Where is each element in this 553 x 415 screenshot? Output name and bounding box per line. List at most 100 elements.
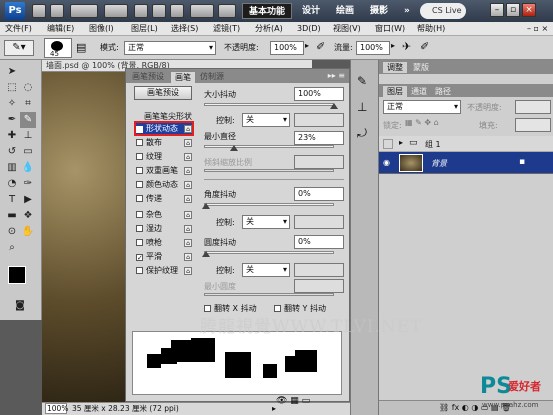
roundness-jitter-slider[interactable] xyxy=(204,251,334,254)
foreground-color-swatch[interactable] xyxy=(8,266,26,284)
panel-menu-icon[interactable]: ▸▸ ≡ xyxy=(328,71,345,80)
brush-tip-shape-item[interactable]: 画笔笔尖形状 xyxy=(144,111,192,122)
menu-view[interactable]: 视图(V) xyxy=(330,22,364,36)
type-tool-icon[interactable]: T xyxy=(4,192,20,208)
slider-thumb[interactable] xyxy=(202,251,210,257)
zoom-level-button[interactable] xyxy=(104,4,128,18)
healing-brush-tool-icon[interactable]: ✚ xyxy=(4,128,20,144)
size-jitter-slider[interactable] xyxy=(204,103,334,106)
checkbox-icon[interactable] xyxy=(136,195,143,202)
brush-panel-toggle-icon[interactable]: ▤ xyxy=(76,41,88,55)
min-diameter-input[interactable]: 23% xyxy=(294,131,344,145)
menu-analysis[interactable]: 分析(A) xyxy=(252,22,286,36)
checkbox-icon[interactable] xyxy=(204,305,211,312)
hand-tool-icon[interactable]: ✋ xyxy=(20,224,36,240)
expand-arrow-icon[interactable]: ▸ xyxy=(399,138,403,147)
menu-layer[interactable]: 图层(L) xyxy=(128,22,161,36)
visibility-toggle[interactable] xyxy=(383,139,393,149)
restore-icon[interactable]: ▫ xyxy=(506,3,520,17)
lock-options-icon[interactable]: ▦ ✎ ✥ ⌂ xyxy=(405,118,439,127)
size-jitter-input[interactable]: 100% xyxy=(294,87,344,101)
checkbox-icon[interactable] xyxy=(136,167,143,174)
lock-icon[interactable]: ⌂ xyxy=(184,211,192,219)
hand-tool-icon[interactable] xyxy=(134,4,148,18)
3d-rotate-tool-icon[interactable]: ❖ xyxy=(20,208,36,224)
checkbox-icon[interactable] xyxy=(136,139,143,146)
zoom-tool-icon[interactable]: ⌕ xyxy=(4,240,20,256)
menu-edit[interactable]: 编辑(E) xyxy=(44,22,77,36)
marquee-tool-icon[interactable]: ⬚ xyxy=(4,80,20,96)
tab-brush-presets[interactable]: 画笔预设 xyxy=(128,71,168,83)
brush-panel-icon[interactable]: ✎ xyxy=(357,74,367,88)
lock-icon[interactable]: ⌂ xyxy=(184,181,192,189)
checkbox-icon[interactable]: ✓ xyxy=(136,254,143,262)
checkbox-icon[interactable] xyxy=(136,153,143,160)
mode-select[interactable]: 正常 xyxy=(124,41,216,55)
dodge-tool-icon[interactable]: ◔ xyxy=(4,176,20,192)
lock-icon[interactable]: ⌂ xyxy=(184,195,192,203)
roundness-jitter-input[interactable]: 0% xyxy=(294,235,344,249)
checkbox-icon[interactable]: ✓ xyxy=(136,126,143,134)
canvas-wall-image[interactable] xyxy=(42,72,125,402)
layer-row-background[interactable]: ◉ 背景 ▪ xyxy=(379,152,553,174)
menu-help[interactable]: 帮助(H) xyxy=(414,22,448,36)
more-workspaces-button[interactable]: » xyxy=(398,3,416,19)
minibridge-icon[interactable] xyxy=(50,4,64,18)
lock-icon[interactable]: ⌂ xyxy=(184,125,192,133)
lock-icon[interactable]: ⌂ xyxy=(184,139,192,147)
lock-icon[interactable]: ⌂ xyxy=(184,153,192,161)
screen-mode-button[interactable] xyxy=(218,4,236,18)
quick-mask-icon[interactable]: ◙ xyxy=(12,298,28,314)
slider-thumb[interactable] xyxy=(202,203,210,209)
opacity-dropdown-icon[interactable]: ▸ xyxy=(305,41,309,50)
bridge-icon[interactable] xyxy=(32,4,46,18)
blend-mode-select[interactable]: 正常 xyxy=(383,100,461,114)
brush-presets-button[interactable]: 画笔预设 xyxy=(134,86,192,100)
slider-thumb[interactable] xyxy=(230,145,238,151)
clone-source-icon[interactable]: ⊥ xyxy=(357,100,367,114)
lock-icon[interactable]: ⌂ xyxy=(184,225,192,233)
checkbox-icon[interactable] xyxy=(274,305,281,312)
flow-input[interactable]: 100% xyxy=(356,41,390,55)
checkbox-icon[interactable] xyxy=(136,267,143,274)
pen-tool-icon[interactable]: ✑ xyxy=(20,176,36,192)
menu-3d[interactable]: 3D(D) xyxy=(294,22,324,36)
lock-icon[interactable]: ⌂ xyxy=(184,253,192,261)
angle-fade-input[interactable] xyxy=(294,215,344,229)
zoom-tool-icon[interactable] xyxy=(152,4,166,18)
brush-tool-preset-icon[interactable]: ✎▾ xyxy=(4,40,34,56)
checkbox-icon[interactable] xyxy=(136,181,143,188)
menu-select[interactable]: 选择(S) xyxy=(168,22,201,36)
fill-input[interactable] xyxy=(515,118,551,132)
menu-filter[interactable]: 滤镜(T) xyxy=(210,22,243,36)
tab-adjustments[interactable]: 调整 xyxy=(383,62,407,73)
brush-tool-icon[interactable]: ✎ xyxy=(20,112,36,128)
tab-channels[interactable]: 通道 xyxy=(407,86,431,97)
crop-tool-icon[interactable]: ⌗ xyxy=(20,96,36,112)
menu-image[interactable]: 图像(I) xyxy=(86,22,117,36)
close-icon[interactable]: × xyxy=(522,3,536,17)
eyedropper-tool-icon[interactable]: ✒ xyxy=(4,112,20,128)
gradient-tool-icon[interactable]: ▥ xyxy=(4,160,20,176)
workspace-essentials[interactable]: 基本功能 xyxy=(242,3,293,19)
lock-icon[interactable]: ⌂ xyxy=(184,267,192,275)
checkbox-icon[interactable] xyxy=(136,225,143,232)
shape-tool-icon[interactable]: ▬ xyxy=(4,208,20,224)
history-brush-tool-icon[interactable]: ↺ xyxy=(4,144,20,160)
move-tool-icon[interactable]: ➤ xyxy=(4,64,20,80)
lasso-tool-icon[interactable]: ◌ xyxy=(20,80,36,96)
path-selection-tool-icon[interactable]: ▶ xyxy=(20,192,36,208)
roundness-control-select[interactable]: 关 xyxy=(242,263,290,277)
angle-jitter-slider[interactable] xyxy=(204,203,334,206)
tab-layers[interactable]: 图层 xyxy=(383,86,407,97)
layer-opacity-input[interactable] xyxy=(515,100,551,114)
checkbox-icon[interactable] xyxy=(136,211,143,218)
workspace-design[interactable]: 设计 xyxy=(296,3,326,19)
menu-window[interactable]: 窗口(W) xyxy=(372,22,408,36)
history-icon[interactable]: ⤾ xyxy=(357,126,367,141)
view-extras-button[interactable] xyxy=(70,4,98,18)
tab-paths[interactable]: 路径 xyxy=(431,86,455,97)
angle-control-select[interactable]: 关 xyxy=(242,215,290,229)
workspace-painting[interactable]: 绘画 xyxy=(330,3,360,19)
tab-masks[interactable]: 蒙版 xyxy=(409,62,433,73)
